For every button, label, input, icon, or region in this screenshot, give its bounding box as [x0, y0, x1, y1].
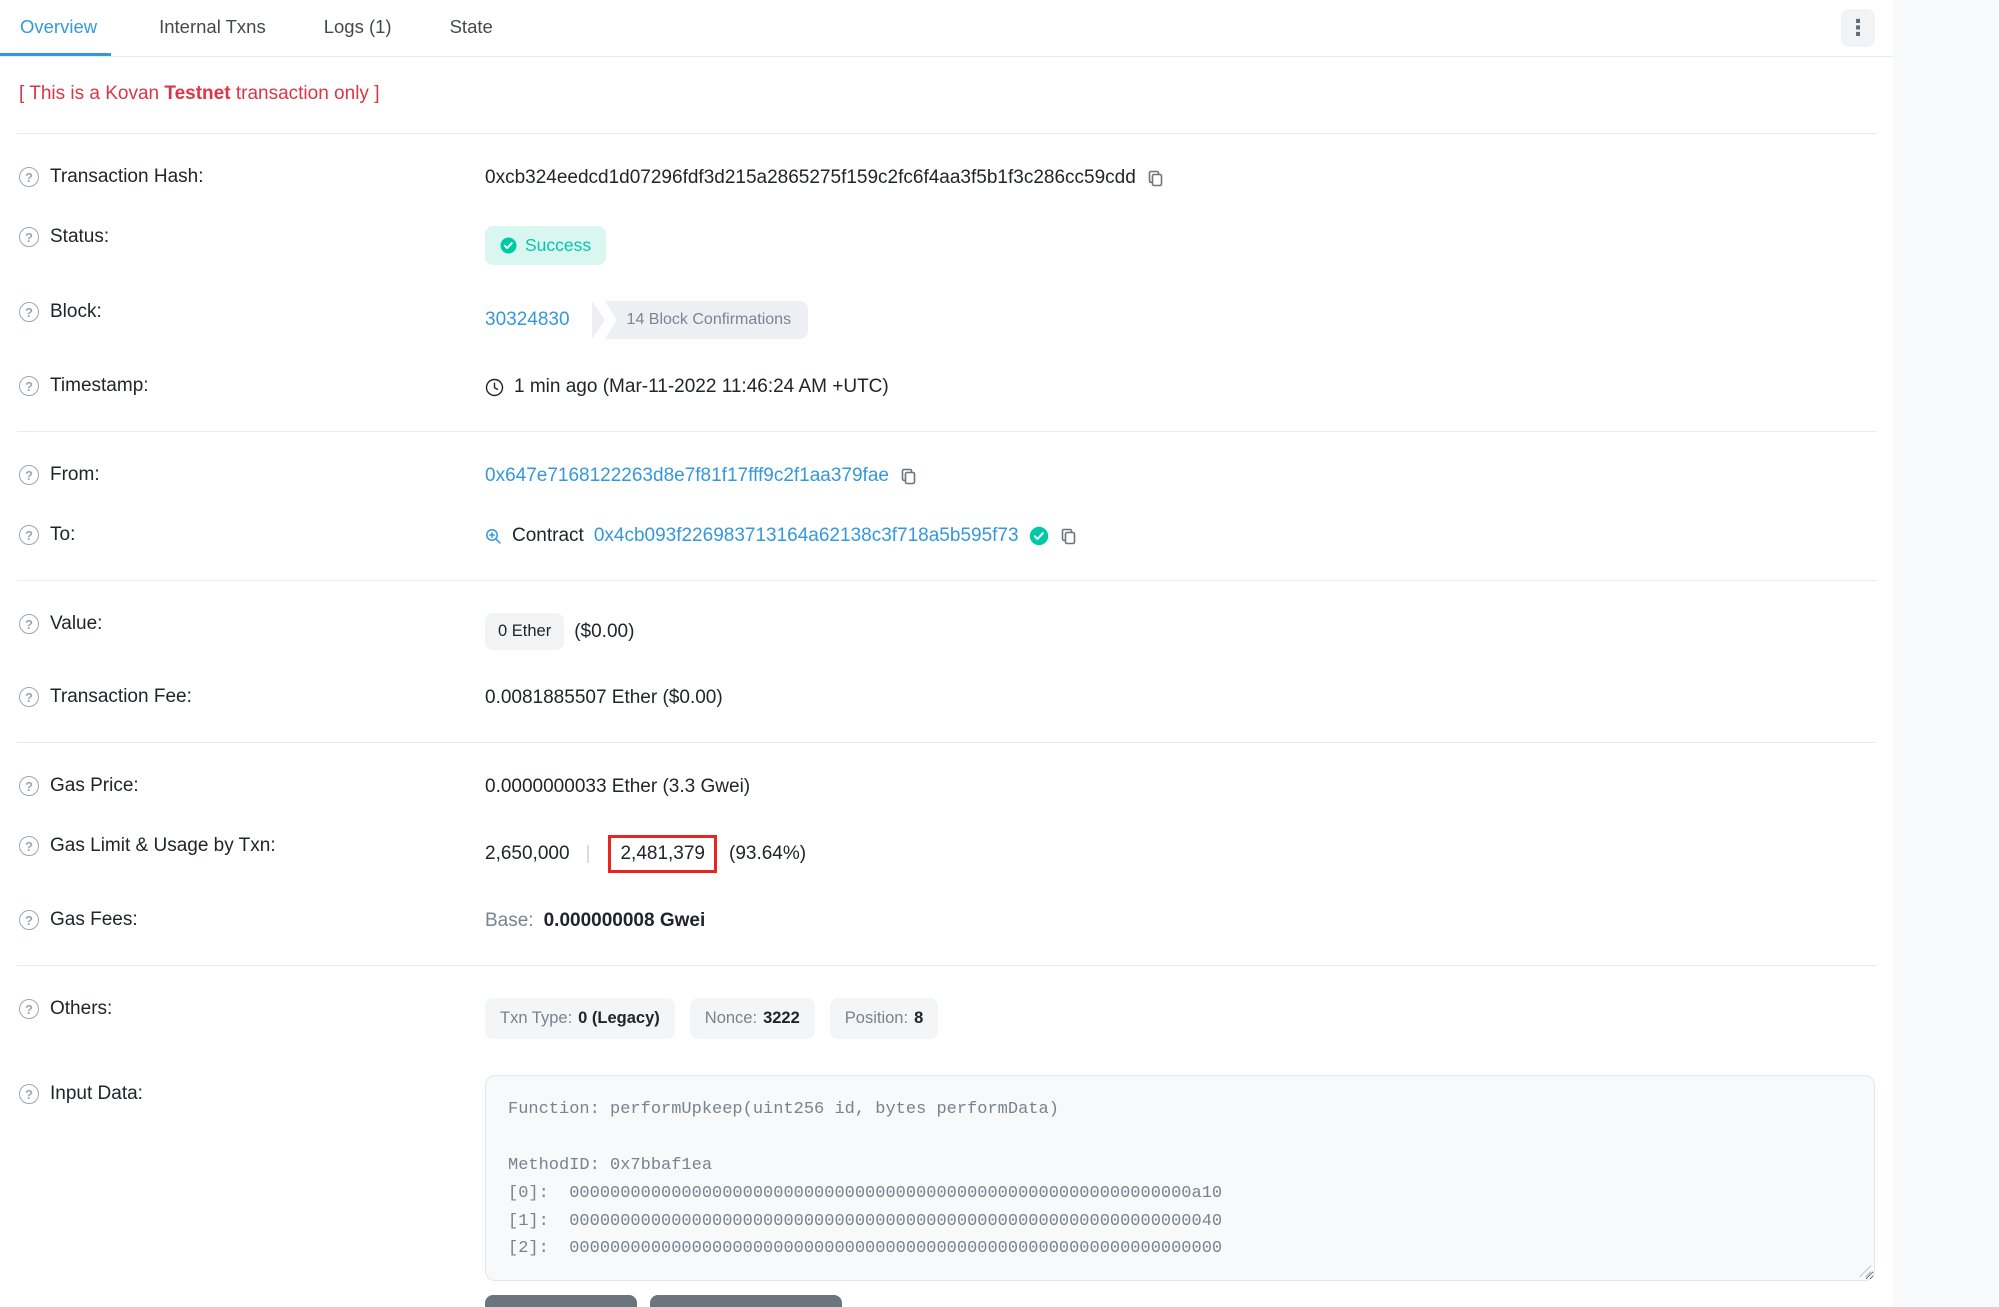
timestamp-value: 1 min ago (Mar-11-2022 11:46:24 AM +UTC) — [514, 376, 889, 398]
row-value: ? Value: 0 Ether ($0.00) — [0, 595, 1893, 668]
row-timestamp: ? Timestamp: 1 min ago (Mar-11-2022 11:4… — [0, 357, 1893, 417]
input-data-actions: View Input As Decode Input Data — [485, 1295, 1893, 1307]
gas-limit-label: Gas Limit & Usage by Txn: — [50, 835, 276, 857]
row-gas-limit-usage: ? Gas Limit & Usage by Txn: 2,650,000 | … — [0, 817, 1893, 891]
copy-icon[interactable] — [1146, 169, 1165, 188]
zoom-in-contract-icon[interactable] — [485, 528, 502, 545]
gas-fees-label: Gas Fees: — [50, 909, 138, 931]
decode-input-data-button[interactable]: Decode Input Data — [650, 1295, 842, 1307]
block-confirmations-badge: 14 Block Confirmations — [592, 301, 809, 339]
help-icon[interactable]: ? — [19, 376, 39, 396]
testnet-notice: [ This is a Kovan Testnet transaction on… — [0, 57, 1893, 133]
help-icon[interactable]: ? — [19, 910, 39, 930]
more-options-button[interactable]: ⋮ — [1841, 9, 1875, 47]
row-gas-price: ? Gas Price: 0.0000000033 Ether (3.3 Gwe… — [0, 757, 1893, 817]
block-number-link[interactable]: 30324830 — [485, 309, 570, 331]
value-label: Value: — [50, 613, 102, 635]
tab-logs[interactable]: Logs (1) — [314, 0, 402, 56]
status-label: Status: — [50, 226, 109, 248]
check-circle-icon — [500, 237, 517, 254]
row-transaction-fee: ? Transaction Fee: 0.0081885507 Ether ($… — [0, 668, 1893, 728]
row-status: ? Status: Success — [0, 208, 1893, 283]
gas-used-percent: (93.64%) — [729, 843, 806, 865]
help-icon[interactable]: ? — [19, 167, 39, 187]
separator: | — [586, 843, 591, 865]
help-icon[interactable]: ? — [19, 1084, 39, 1104]
from-address-link[interactable]: 0x647e7168122263d8e7f81f17fff9c2f1aa379f… — [485, 465, 889, 487]
ribbon-arrow-icon — [592, 301, 605, 339]
gas-used-value: 2,481,379 — [620, 843, 705, 864]
row-input-data: ? Input Data: Function: performUpkeep(ui… — [0, 1057, 1893, 1281]
tab-state[interactable]: State — [440, 0, 503, 56]
row-to: ? To: Contract 0x4cb093f226983713164a621… — [0, 506, 1893, 566]
verified-check-icon — [1029, 526, 1049, 546]
to-address-link[interactable]: 0x4cb093f226983713164a62138c3f718a5b595f… — [594, 525, 1019, 547]
transaction-fee-label: Transaction Fee: — [50, 686, 192, 708]
transaction-overview-card: Overview Internal Txns Logs (1) State ⋮ … — [0, 0, 1893, 1307]
input-data-label: Input Data: — [50, 1083, 143, 1105]
others-label: Others: — [50, 998, 112, 1020]
view-input-as-button[interactable]: View Input As — [485, 1295, 637, 1307]
help-icon[interactable]: ? — [19, 227, 39, 247]
gas-used-highlight-box: 2,481,379 — [608, 835, 717, 873]
block-label: Block: — [50, 301, 102, 323]
input-data-box[interactable]: Function: performUpkeep(uint256 id, byte… — [485, 1075, 1875, 1281]
tab-bar: Overview Internal Txns Logs (1) State ⋮ — [0, 0, 1893, 57]
contract-label: Contract — [512, 525, 584, 547]
row-from: ? From: 0x647e7168122263d8e7f81f17fff9c2… — [0, 446, 1893, 506]
help-icon[interactable]: ? — [19, 525, 39, 545]
gas-price-value: 0.0000000033 Ether (3.3 Gwei) — [485, 776, 750, 798]
base-fee-value: 0.000000008 Gwei — [544, 910, 706, 932]
help-icon[interactable]: ? — [19, 776, 39, 796]
clock-icon — [485, 378, 504, 397]
transaction-hash-label: Transaction Hash: — [50, 166, 203, 188]
row-transaction-hash: ? Transaction Hash: 0xcb324eedcd1d07296f… — [0, 148, 1893, 208]
section-summary: ? Transaction Hash: 0xcb324eedcd1d07296f… — [0, 134, 1893, 431]
transaction-fee-value: 0.0081885507 Ether ($0.00) — [485, 687, 723, 709]
help-icon[interactable]: ? — [19, 999, 39, 1019]
row-gas-fees: ? Gas Fees: Base: 0.000000008 Gwei — [0, 891, 1893, 951]
tab-overview[interactable]: Overview — [0, 0, 111, 56]
tab-internal-txns[interactable]: Internal Txns — [149, 0, 276, 56]
kebab-icon: ⋮ — [1847, 17, 1869, 39]
help-icon[interactable]: ? — [19, 614, 39, 634]
status-badge: Success — [485, 226, 606, 265]
from-label: From: — [50, 464, 100, 486]
position-pill: Position:8 — [830, 998, 938, 1039]
base-fee-label: Base: — [485, 910, 534, 932]
ether-value-chip: 0 Ether — [485, 613, 564, 650]
help-icon[interactable]: ? — [19, 687, 39, 707]
row-others: ? Others: Txn Type:0 (Legacy) Nonce:3222… — [0, 980, 1893, 1057]
help-icon[interactable]: ? — [19, 302, 39, 322]
gas-limit-value: 2,650,000 — [485, 843, 570, 865]
timestamp-label: Timestamp: — [50, 375, 149, 397]
to-label: To: — [50, 524, 75, 546]
copy-icon[interactable] — [1059, 527, 1078, 546]
copy-icon[interactable] — [899, 467, 918, 486]
section-value: ? Value: 0 Ether ($0.00) ? Transaction F… — [0, 581, 1893, 742]
txn-type-pill: Txn Type:0 (Legacy) — [485, 998, 675, 1039]
section-addresses: ? From: 0x647e7168122263d8e7f81f17fff9c2… — [0, 432, 1893, 580]
gas-price-label: Gas Price: — [50, 775, 139, 797]
section-others: ? Others: Txn Type:0 (Legacy) Nonce:3222… — [0, 966, 1893, 1307]
value-usd: ($0.00) — [574, 621, 634, 643]
row-block: ? Block: 30324830 14 Block Confirmations — [0, 283, 1893, 357]
help-icon[interactable]: ? — [19, 465, 39, 485]
help-icon[interactable]: ? — [19, 836, 39, 856]
transaction-hash-value: 0xcb324eedcd1d07296fdf3d215a2865275f159c… — [485, 167, 1136, 189]
section-gas: ? Gas Price: 0.0000000033 Ether (3.3 Gwe… — [0, 743, 1893, 965]
nonce-pill: Nonce:3222 — [690, 998, 815, 1039]
